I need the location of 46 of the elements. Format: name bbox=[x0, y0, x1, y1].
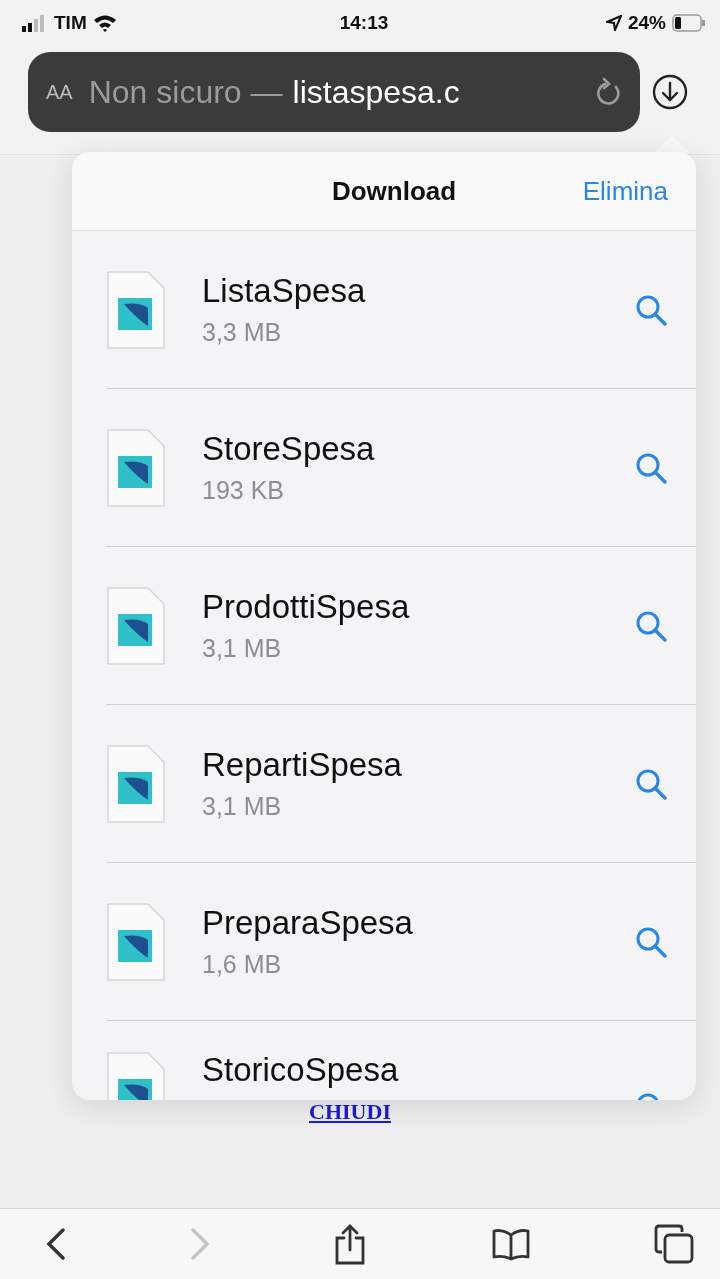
close-link[interactable]: CHIUDI bbox=[309, 1099, 391, 1125]
download-item[interactable]: RepartiSpesa 3,1 MB bbox=[106, 705, 696, 863]
text-size-button[interactable]: AA bbox=[46, 80, 73, 104]
location-icon bbox=[606, 15, 622, 31]
toolbar-button[interactable] bbox=[46, 1227, 66, 1261]
toolbar-button[interactable] bbox=[333, 1223, 367, 1265]
file-icon bbox=[106, 269, 166, 350]
battery-percent: 24% bbox=[628, 12, 666, 34]
download-icon[interactable] bbox=[652, 74, 688, 110]
file-name: StoreSpesa bbox=[202, 430, 376, 468]
file-name: ProdottiSpesa bbox=[202, 588, 411, 626]
file-name: StoricoSpesa bbox=[202, 1051, 400, 1089]
forward-icon bbox=[189, 1227, 210, 1261]
toolbar-button[interactable] bbox=[654, 1224, 694, 1264]
file-size: 3,3 MB bbox=[202, 318, 283, 347]
file-icon bbox=[106, 427, 166, 508]
clear-button[interactable]: Elimina bbox=[582, 175, 668, 207]
clock-time: 14:13 bbox=[339, 12, 389, 34]
download-item[interactable]: StoreSpesa 193 KB bbox=[106, 389, 696, 547]
file-size: 3,1 MB bbox=[202, 634, 283, 663]
file-size: 3,1 MB bbox=[202, 792, 283, 821]
file-name: PreparaSpesa bbox=[202, 904, 414, 942]
file-icon bbox=[106, 585, 166, 666]
file-name: ListaSpesa bbox=[202, 272, 367, 310]
tabs-icon bbox=[654, 1224, 694, 1264]
download-item[interactable]: PreparaSpesa 1,6 MB bbox=[106, 863, 696, 1021]
download-item[interactable]: ProdottiSpesa 3,1 MB bbox=[106, 547, 696, 705]
address-bar[interactable]: AA Non sicuro — listaspesa.c bbox=[28, 52, 640, 132]
file-name: RepartiSpesa bbox=[202, 746, 403, 784]
reload-icon[interactable] bbox=[596, 77, 622, 107]
carrier-name: TIM bbox=[54, 12, 87, 34]
back-icon bbox=[46, 1227, 66, 1261]
file-size: 1,6 MB bbox=[202, 950, 283, 979]
file-size: 193 KB bbox=[202, 476, 285, 505]
wifi-icon bbox=[92, 14, 117, 32]
share-icon bbox=[333, 1223, 367, 1265]
file-icon bbox=[106, 743, 166, 824]
book-icon bbox=[490, 1227, 531, 1261]
battery-icon bbox=[672, 14, 706, 32]
popover-title: Download bbox=[331, 175, 457, 207]
toolbar-button[interactable] bbox=[490, 1227, 531, 1261]
file-icon bbox=[106, 901, 166, 982]
url-host: listaspesa.c bbox=[292, 73, 460, 111]
security-label: Non sicuro — bbox=[88, 73, 283, 111]
download-item[interactable]: StoricoSpesa bbox=[106, 1021, 696, 1100]
download-item[interactable]: ListaSpesa 3,3 MB bbox=[106, 231, 696, 389]
